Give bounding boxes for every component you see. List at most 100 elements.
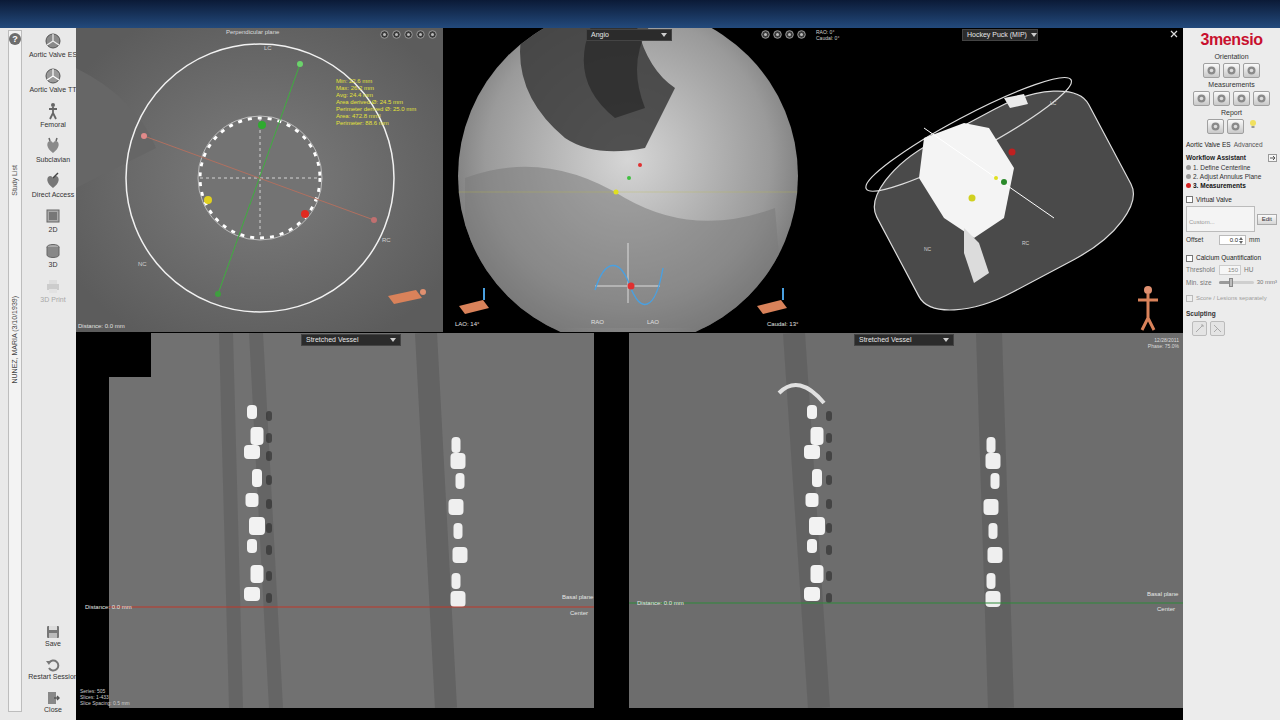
action-button[interactable]: Close (44, 691, 62, 714)
tool-button-icon[interactable] (1203, 63, 1220, 78)
min-size-slider[interactable] (1219, 281, 1254, 284)
measurement-line: Avg: 24.4 mm (336, 92, 416, 99)
study-list-tab[interactable]: Study List (10, 165, 21, 196)
tool-button-icon[interactable] (1223, 63, 1240, 78)
threshold-input[interactable]: 150 (1219, 265, 1241, 275)
workflow-step[interactable]: 3. Measurements (1186, 182, 1277, 190)
tool-item[interactable]: Aortic Valve ES (22, 32, 84, 59)
advanced-label[interactable]: Advanced (1234, 140, 1263, 150)
angle-readout: Caudal: 13° (767, 320, 798, 329)
measurement-line: Min: 22.6 mm (336, 78, 416, 85)
checkbox[interactable] (1186, 196, 1193, 203)
viewport-area: Perpendicular plane Min: 22.6 mmMax: 26.2… (76, 28, 1183, 720)
tool-item[interactable]: 3D (22, 242, 84, 269)
aortic-valve-icon (44, 67, 62, 85)
workspace: ?Study ListNUNEZ, MARIA (3/10/1939) Aort… (0, 28, 1280, 720)
sculpt-icon[interactable] (1210, 321, 1225, 336)
app-logo: 3mensio (1186, 30, 1277, 50)
view-mode-dropdown[interactable]: Stretched Vessel (301, 334, 401, 346)
edit-button[interactable]: Edit (1257, 214, 1277, 225)
offset-input[interactable]: 0.0 (1219, 235, 1246, 245)
step-radio[interactable] (1186, 165, 1191, 170)
save-icon (46, 625, 60, 639)
min-size-label: Min. size (1186, 278, 1216, 288)
stretched-vessel-viewport[interactable]: Stretched Vessel12/28/2011Phase: 75.0%Di… (629, 333, 1183, 708)
step-radio[interactable] (1186, 183, 1191, 188)
valve-select-value: Custom... (1189, 219, 1215, 225)
view-tool-icon[interactable] (428, 30, 437, 39)
spinner-icon[interactable] (1239, 237, 1243, 244)
slider-thumb[interactable] (1229, 278, 1233, 287)
tool-button-icon[interactable] (1253, 91, 1270, 106)
tool-button-icon[interactable] (1193, 91, 1210, 106)
tool-item[interactable]: 2D (22, 207, 84, 234)
workflow-step[interactable]: 2. Adjust Annulus Plane (1186, 173, 1277, 181)
series-info-line: Series: 505 (80, 688, 130, 694)
calcium-row[interactable]: Calcium Quantification (1186, 253, 1277, 263)
tool-item[interactable]: Aortic Valve TT (22, 67, 84, 94)
unit-label: mm (1249, 235, 1260, 245)
stretched-vessel-viewport[interactable]: Stretched VesselDistance: 0.0 mmBasal pl… (76, 333, 594, 708)
viewport-title: Perpendicular plane (226, 28, 279, 37)
tool-button-icon[interactable] (1233, 91, 1250, 106)
tool-item: 3D Print (22, 277, 84, 304)
step-radio[interactable] (1186, 174, 1191, 179)
tool-button-icon[interactable] (1213, 91, 1230, 106)
action-button[interactable]: Save (45, 625, 61, 648)
workflow-menu-icon[interactable] (1268, 154, 1277, 162)
perpendicular-viewport[interactable]: Perpendicular plane Min: 22.6 mmMax: 26.2… (76, 28, 443, 332)
section-title: Orientation (1186, 52, 1277, 61)
measurement-line: Area derived Ø: 24.5 mm (336, 99, 416, 106)
help-button[interactable]: ? (9, 33, 21, 45)
tool-item[interactable]: Subclavian (22, 137, 84, 164)
threshold-row: Threshold150HU (1186, 265, 1277, 275)
checkbox[interactable] (1186, 255, 1193, 262)
plane-label: Basal plane (1147, 590, 1178, 599)
section-title: Report (1186, 108, 1277, 117)
virtual-valve-row[interactable]: Virtual Valve (1186, 195, 1277, 205)
dropdown-caret-icon (661, 33, 667, 37)
view-mode-dropdown[interactable]: Stretched Vessel (854, 334, 954, 346)
view-mode-dropdown[interactable]: Angio (586, 29, 672, 41)
workflow-title: Workflow Assistant (1186, 153, 1246, 163)
tool-label: Aortic Valve ES (29, 50, 77, 59)
bottom-strip (76, 708, 1183, 720)
view-tool-icon[interactable] (380, 30, 389, 39)
checkbox-label: Virtual Valve (1196, 195, 1232, 205)
tool-list: Aortic Valve ES Aortic Valve TT Femoral Sub… (22, 32, 84, 304)
view-tool-icon[interactable] (797, 30, 806, 39)
view-tool-icon[interactable] (785, 30, 794, 39)
tool-button-icon[interactable] (1227, 119, 1244, 134)
study-info: 12/28/2011Phase: 75.0% (1148, 337, 1179, 349)
lightbulb-icon[interactable] (1249, 119, 1257, 129)
session-actions: Save Restart Session Close (28, 625, 77, 714)
view-tool-icon[interactable] (404, 30, 413, 39)
view-mode-dropdown[interactable]: Hockey Puck (MIP) (962, 29, 1038, 41)
offset-value: 0.0 (1222, 236, 1238, 244)
view-tool-icon[interactable] (416, 30, 425, 39)
sculpt-icon[interactable] (1192, 321, 1207, 336)
workflow-step[interactable]: 1. Define Centerline (1186, 164, 1277, 172)
action-button[interactable]: Restart Session (28, 658, 77, 681)
tool-label: Aortic Valve TT (29, 85, 76, 94)
tool-item[interactable]: Direct Access (22, 172, 84, 199)
hockey-puck-viewport[interactable]: RAO: 0°Caudal: 0°Hockey Puck (MIP)LCRCNC (814, 28, 1183, 332)
view-tool-icon[interactable] (392, 30, 401, 39)
tool-button-icon[interactable] (1207, 119, 1224, 134)
tool-button-icon[interactable] (1243, 63, 1260, 78)
study-info-line: 12/28/2011 (1154, 337, 1179, 343)
measurement-line: Max: 26.2 mm (336, 85, 416, 92)
distance-readout: Distance: 0.0 mm (78, 322, 125, 331)
close-icon[interactable] (1170, 30, 1178, 38)
view-tool-icon[interactable] (761, 30, 770, 39)
tool-label: 3D Print (40, 295, 65, 304)
angio-viewport[interactable]: AngioRAOLAOLAO: 14°Caudal: 13° (445, 28, 812, 332)
action-label: Save (45, 639, 61, 648)
view-tools (761, 30, 806, 39)
title-bar (0, 0, 1280, 28)
right-panel: 3mensioOrientationMeasurementsReportAort… (1183, 28, 1280, 720)
tool-item[interactable]: Femoral (22, 102, 84, 129)
section-title: Sculpting (1186, 309, 1277, 319)
view-tool-icon[interactable] (773, 30, 782, 39)
valve-select[interactable]: Custom... (1186, 206, 1255, 232)
